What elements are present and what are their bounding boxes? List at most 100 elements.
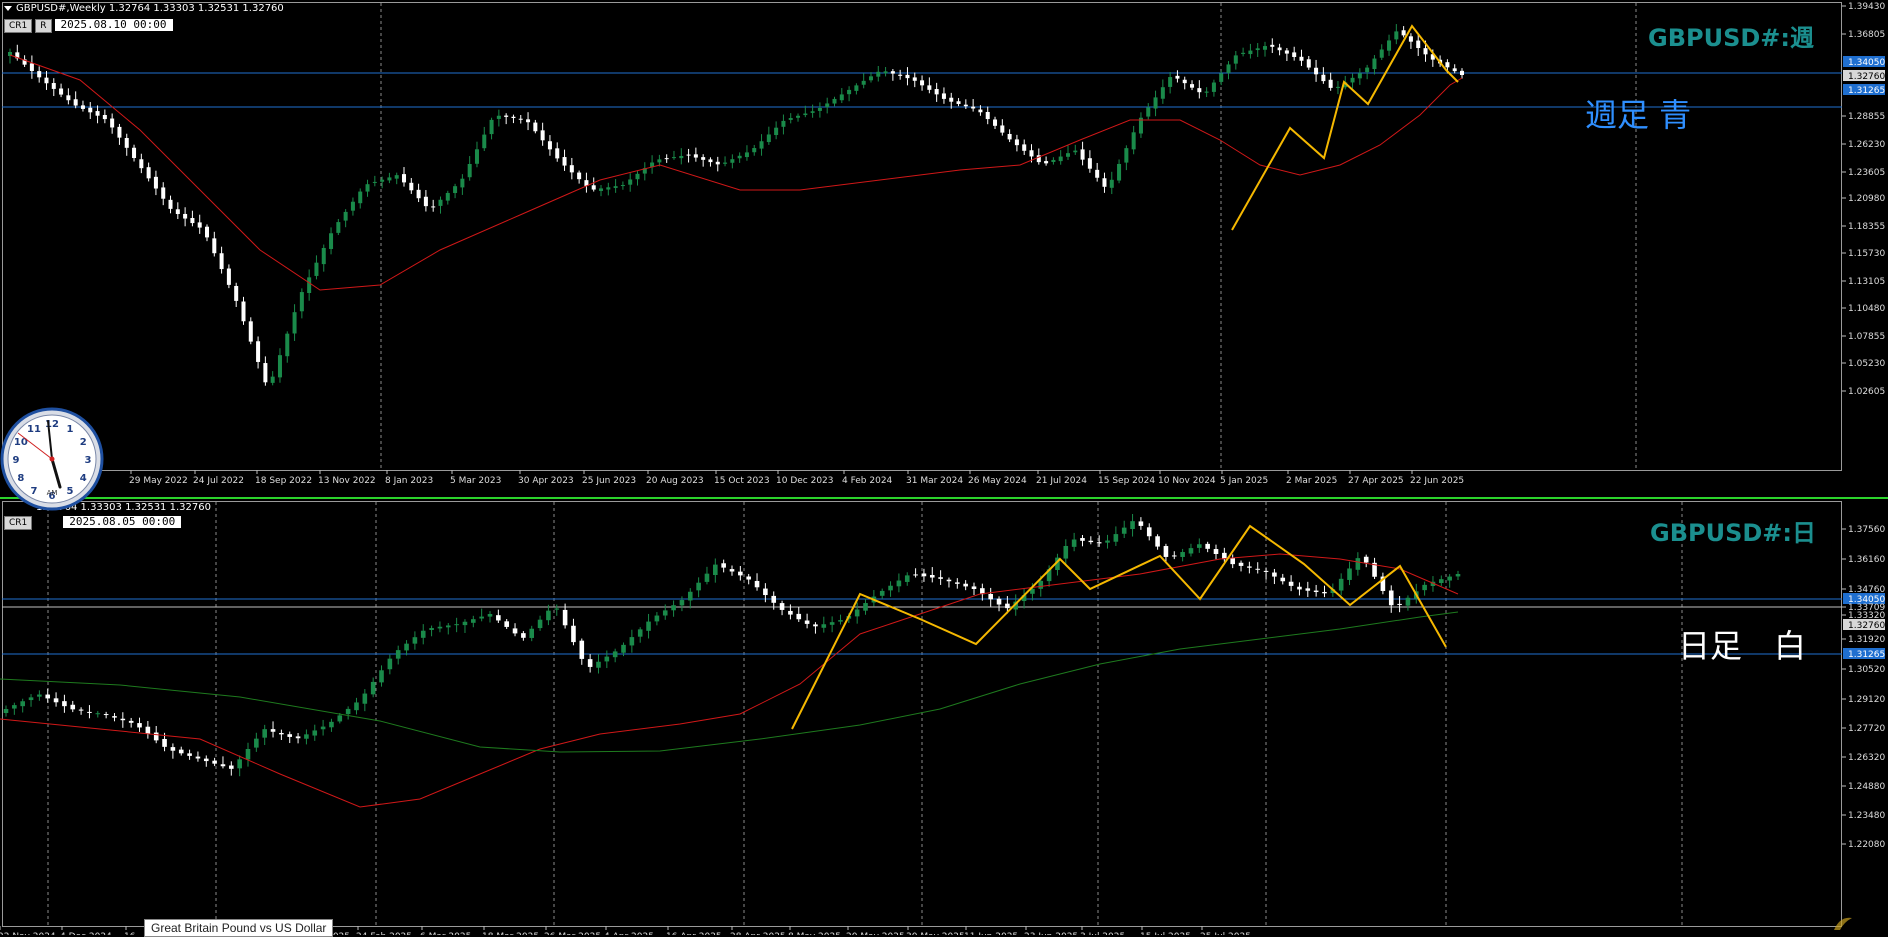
candle bbox=[162, 738, 167, 747]
candle bbox=[854, 609, 860, 617]
candle bbox=[587, 659, 593, 667]
candle bbox=[1445, 62, 1450, 68]
candle bbox=[904, 575, 910, 582]
candle bbox=[1197, 544, 1202, 548]
candle bbox=[955, 582, 960, 584]
candle bbox=[1095, 169, 1100, 178]
candle bbox=[1238, 562, 1244, 566]
candle bbox=[467, 163, 472, 178]
candle bbox=[1180, 552, 1185, 557]
candle bbox=[37, 694, 42, 697]
candle bbox=[825, 103, 830, 108]
candle bbox=[512, 628, 518, 634]
candle bbox=[504, 115, 509, 117]
price-label: 1.39430 bbox=[1848, 2, 1885, 12]
candle bbox=[804, 620, 810, 624]
time-label: 18 Sep 2022 bbox=[255, 476, 312, 486]
candle bbox=[1213, 549, 1219, 554]
candle bbox=[3, 709, 9, 713]
candle bbox=[1355, 558, 1361, 570]
candle bbox=[279, 732, 284, 735]
candle bbox=[1387, 40, 1392, 51]
candle bbox=[1439, 579, 1444, 583]
candle bbox=[1155, 536, 1160, 547]
candle bbox=[37, 71, 42, 78]
candle bbox=[1014, 139, 1019, 146]
candle bbox=[329, 721, 334, 728]
candle bbox=[963, 104, 968, 107]
time-label: 15 Oct 2023 bbox=[714, 476, 770, 486]
candle bbox=[295, 736, 301, 739]
price-label: 1.28855 bbox=[1848, 112, 1885, 122]
candle bbox=[854, 85, 859, 91]
candle bbox=[1241, 52, 1246, 54]
candle bbox=[621, 644, 626, 653]
candle bbox=[839, 94, 844, 101]
candle bbox=[124, 138, 129, 148]
weekly-chart-canvas[interactable]: 1.39430 1.36805 1.34050 1.32760 1.31265 1.288… bbox=[0, 0, 1888, 493]
candle bbox=[796, 613, 802, 620]
candle bbox=[713, 564, 718, 576]
candle bbox=[1322, 591, 1327, 594]
cr1-button[interactable]: CR1 bbox=[4, 19, 33, 33]
candle bbox=[696, 582, 701, 591]
candle bbox=[1080, 538, 1085, 541]
candle bbox=[521, 633, 526, 638]
weekly-note: 週足 青 bbox=[1585, 96, 1692, 134]
candle bbox=[1347, 568, 1352, 580]
daily-chart-pane[interactable]: 1.37560 1.36160 1.34760 1.34050 1.33709 1.333… bbox=[0, 497, 1888, 935]
candle bbox=[1226, 64, 1231, 73]
daily-note: 日足 白 bbox=[1678, 627, 1807, 665]
candle bbox=[686, 154, 691, 156]
candle bbox=[1313, 590, 1319, 593]
candle bbox=[1401, 30, 1406, 36]
candle bbox=[1255, 568, 1261, 570]
r-button[interactable]: R bbox=[35, 19, 52, 33]
cr1-button[interactable]: CR1 bbox=[4, 516, 33, 530]
candle bbox=[146, 167, 151, 179]
weekly-date-box[interactable]: 2025.08.10 00:00 bbox=[54, 19, 173, 31]
candle bbox=[270, 729, 276, 732]
candle bbox=[890, 71, 895, 74]
collapse-arrow-icon[interactable] bbox=[4, 5, 12, 11]
candle bbox=[612, 651, 618, 658]
candle bbox=[1328, 79, 1333, 88]
candle bbox=[946, 579, 952, 582]
candle bbox=[779, 603, 785, 610]
candle bbox=[387, 177, 392, 181]
candle bbox=[554, 608, 560, 610]
candle bbox=[1121, 527, 1127, 534]
candle bbox=[365, 184, 370, 192]
candle bbox=[963, 583, 968, 587]
candle bbox=[988, 594, 993, 600]
candle bbox=[204, 226, 210, 238]
candle bbox=[920, 80, 925, 86]
candle bbox=[112, 716, 117, 718]
candle bbox=[701, 157, 706, 160]
candle bbox=[45, 694, 51, 699]
clock-am-label: AM bbox=[47, 489, 58, 497]
candle bbox=[938, 577, 943, 579]
candle bbox=[730, 159, 735, 163]
weekly-chart-pane[interactable]: 1.39430 1.36805 1.34050 1.32760 1.31265 1.288… bbox=[0, 0, 1888, 493]
candle bbox=[759, 141, 764, 149]
candle bbox=[1372, 58, 1377, 70]
candle bbox=[1219, 73, 1224, 82]
candle bbox=[847, 89, 852, 95]
candle bbox=[929, 575, 935, 578]
weekly-header-text: GBPUSD#,Weekly 1.32764 1.33303 1.32531 1… bbox=[16, 3, 284, 14]
candle bbox=[404, 643, 409, 651]
candle bbox=[693, 154, 698, 158]
candle bbox=[51, 83, 56, 89]
candle bbox=[803, 113, 808, 116]
daily-chart-canvas[interactable]: 1.375601.361601.347601.340501.337091.333… bbox=[0, 499, 1888, 935]
candle bbox=[1297, 586, 1302, 590]
candle bbox=[345, 708, 351, 715]
candle bbox=[62, 701, 67, 707]
candle bbox=[1299, 56, 1304, 61]
price-label: 1.26320 bbox=[1848, 753, 1885, 763]
daily-date-box[interactable]: 2025.08.05 00:00 bbox=[63, 516, 182, 528]
candle bbox=[409, 182, 414, 191]
candle bbox=[329, 233, 334, 249]
price-label: 1.13105 bbox=[1848, 277, 1885, 287]
